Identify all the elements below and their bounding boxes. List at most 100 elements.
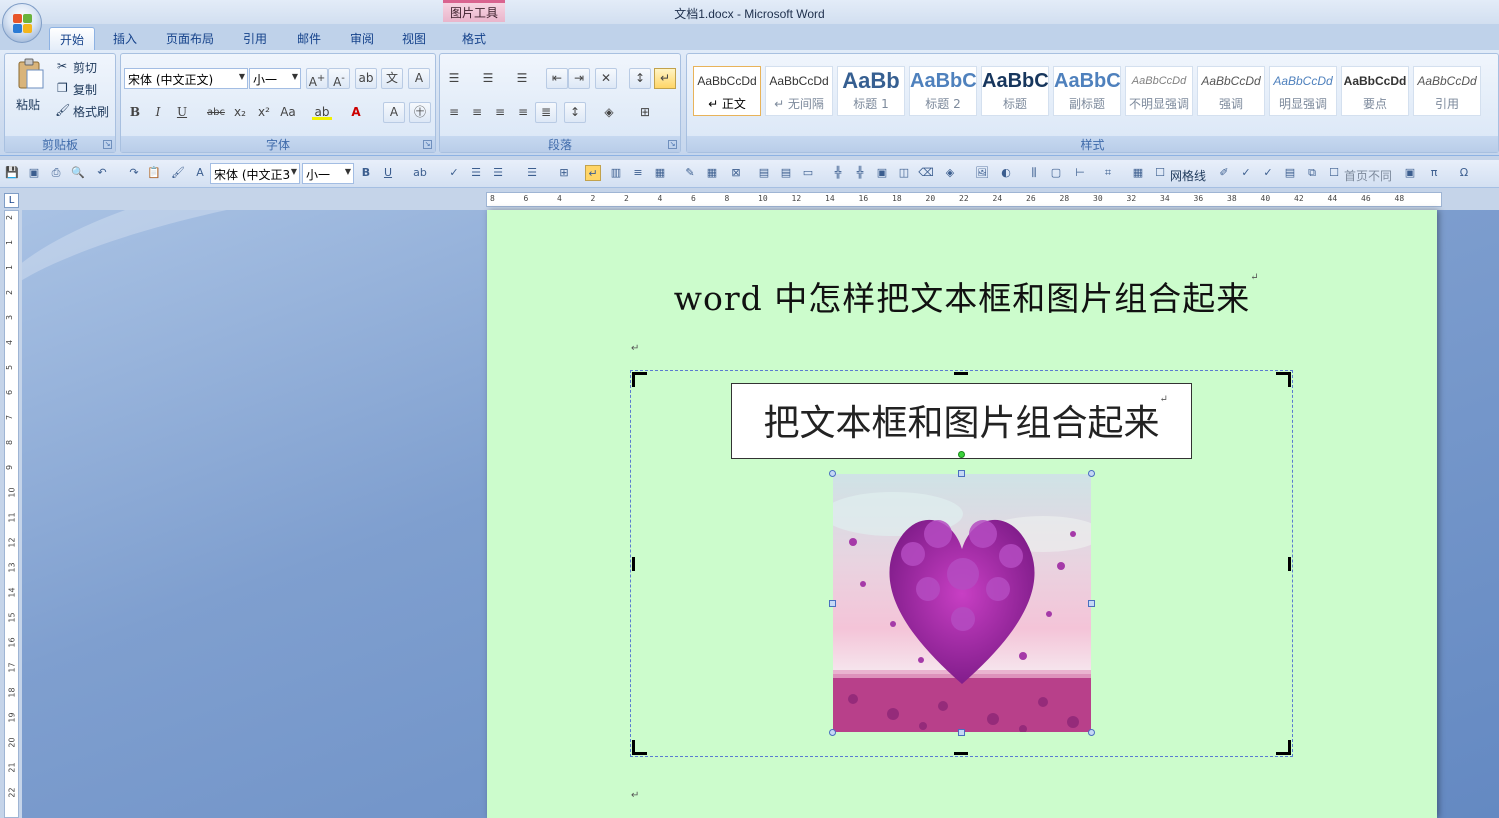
qat-compare-icon[interactable]: ⧉ (1304, 165, 1320, 181)
crop-handle-bl[interactable] (632, 740, 647, 755)
paste-icon[interactable] (13, 58, 47, 92)
tab-references[interactable]: 引用 (233, 27, 277, 50)
multilevel-list-icon[interactable]: ☰ (511, 68, 533, 89)
tab-review[interactable]: 审阅 (340, 27, 384, 50)
qat-bold-icon[interactable]: B (358, 165, 374, 181)
font-a-icon[interactable]: A (192, 165, 208, 181)
qat-align-icon[interactable]: ≡ (630, 165, 646, 181)
distributed-icon[interactable]: ≣ (535, 102, 557, 123)
strikethrough-icon[interactable]: abc (205, 102, 227, 123)
chinese-layout-icon[interactable]: ✕ (595, 68, 617, 89)
crop-handle-right[interactable] (1288, 557, 1291, 571)
qat-merge-icon[interactable]: ▭ (800, 165, 816, 181)
office-button[interactable] (2, 3, 42, 43)
tab-insert[interactable]: 插入 (103, 27, 147, 50)
resize-handle-e[interactable] (1088, 600, 1095, 607)
qat-font-select[interactable]: 宋体 (中文正3 ▼ (210, 163, 300, 184)
tab-page-layout[interactable]: 页面布局 (156, 27, 224, 50)
crop-handle-bottom[interactable] (954, 752, 968, 755)
qat-excel-icon[interactable]: ▣ (1402, 165, 1418, 181)
align-left-icon[interactable]: ≡ (443, 102, 465, 123)
style-item[interactable]: AaBbCcDd 不明显强调 (1125, 66, 1193, 116)
qat-grid-icon[interactable]: ▦ (704, 165, 720, 181)
style-item[interactable]: AaBbCcDd 强调 (1197, 66, 1265, 116)
horizontal-ruler[interactable]: 8 6 4 2 2 4 6 8 10 12 14 16 18 20 22 24 26 28 30 32 34 36 38 40… (486, 192, 1442, 207)
qat-size-select[interactable]: 小一 ▼ (302, 163, 354, 184)
resize-handle-w[interactable] (829, 600, 836, 607)
resize-handle-n[interactable] (958, 470, 965, 477)
char-shading-icon[interactable]: A (383, 102, 405, 123)
crop-handle-top[interactable] (954, 372, 968, 375)
highlight-icon[interactable]: ab (311, 102, 333, 123)
qat-textbox-icon[interactable]: ▣ (874, 165, 890, 181)
show-marks-icon[interactable]: ↵ (654, 68, 676, 89)
font-launcher-icon[interactable]: ↘ (423, 140, 432, 149)
qat-doc-icon[interactable]: ▤ (1282, 165, 1298, 181)
change-case-icon[interactable]: Aa (277, 102, 299, 123)
qat-picture-icon[interactable]: 🖼 (974, 165, 990, 181)
qat-columns-icon[interactable]: ▥ (608, 165, 624, 181)
qat-insert-row-above-icon[interactable]: ▤ (756, 165, 772, 181)
sort-icon[interactable]: ↕ (629, 68, 651, 89)
align-center-icon[interactable]: ≡ (466, 102, 488, 123)
qat-shapes-icon[interactable]: ◐ (998, 165, 1014, 181)
qat-gridlines-icon[interactable]: ▦ (1130, 165, 1146, 181)
tab-format[interactable]: 格式 (452, 27, 496, 50)
decrease-indent-icon[interactable]: ⇤ (546, 68, 568, 89)
qat-frame-icon[interactable]: ▢ (1048, 165, 1064, 181)
undo-icon[interactable]: ↶ (94, 165, 110, 181)
qat-split-cells-icon[interactable]: ╬ (852, 165, 868, 181)
paste-button[interactable]: 粘贴 (16, 96, 40, 113)
print-icon[interactable]: ⎙ (48, 165, 64, 181)
style-item[interactable]: AaBb 标题 1 (837, 66, 905, 116)
qat-table-icon[interactable]: ▦ (652, 165, 668, 181)
style-item[interactable]: AaBbCcDd 明显强调 (1269, 66, 1337, 116)
save-icon[interactable]: 💾 (4, 165, 20, 181)
style-item[interactable]: AaBbCcDd 要点 (1341, 66, 1409, 116)
format-painter-button[interactable]: 格式刷 (73, 103, 109, 120)
print-preview-icon[interactable]: 🔍 (70, 165, 86, 181)
save-as-icon[interactable]: ▣ (26, 165, 42, 181)
superscript-icon[interactable]: x² (253, 102, 275, 123)
style-item[interactable]: AaBbC 标题 (981, 66, 1049, 116)
resize-handle-se[interactable] (1088, 729, 1095, 736)
qat-track-icon[interactable]: ✓ (1238, 165, 1254, 181)
subscript-icon[interactable]: x₂ (229, 102, 251, 123)
qat-fill-icon[interactable]: ◈ (942, 165, 958, 181)
format-painter-small-icon[interactable]: 🖌 (170, 165, 186, 181)
qat-symbol-icon[interactable]: Ω (1456, 165, 1472, 181)
qat-draw-table-icon[interactable]: ✎ (682, 165, 698, 181)
justify-icon[interactable]: ≡ (512, 102, 534, 123)
clear-format-icon[interactable]: ab (355, 68, 377, 89)
crop-handle-left[interactable] (632, 557, 635, 571)
tree-picture[interactable] (833, 474, 1091, 732)
style-item[interactable]: AaBbC 副标题 (1053, 66, 1121, 116)
paragraph-launcher-icon[interactable]: ↘ (668, 140, 677, 149)
numbering-icon[interactable]: ☰ (477, 68, 499, 89)
shrink-font-icon[interactable]: A- (328, 68, 350, 89)
qat-insert-row-below-icon[interactable]: ▤ (778, 165, 794, 181)
phonetic-guide-icon[interactable]: 文 (381, 68, 403, 89)
qat-first-page-checkbox[interactable]: ☐ (1326, 165, 1342, 181)
enclose-char-icon[interactable]: ㊉ (409, 102, 431, 123)
qat-list-icon[interactable]: ☰ (468, 165, 484, 181)
style-item[interactable]: AaBbC 标题 2 (909, 66, 977, 116)
grow-font-icon[interactable]: A+ (306, 68, 328, 89)
crop-handle-br[interactable] (1276, 740, 1291, 755)
qat-spelling-icon[interactable]: ✓ (446, 165, 462, 181)
crop-handle-tr[interactable] (1276, 372, 1291, 387)
line-spacing-icon[interactable]: ↕ (564, 102, 586, 123)
qat-highlight-icon[interactable]: ab (412, 165, 428, 181)
resize-handle-nw[interactable] (829, 470, 836, 477)
resize-handle-s[interactable] (958, 729, 965, 736)
tab-home[interactable]: 开始 (49, 27, 95, 50)
vertical-ruler[interactable]: 2 1 1 2 3 4 5 6 7 8 9 10 11 12 13 14 15 16 17 18 19 20 21 22 (4, 210, 19, 818)
qat-underline-icon[interactable]: U (380, 165, 396, 181)
qat-comment-icon[interactable]: ✐ (1216, 165, 1232, 181)
qat-crop-icon[interactable]: ⌗ (1100, 165, 1116, 181)
tab-view[interactable]: 视图 (392, 27, 436, 50)
borders-icon[interactable]: ⊞ (634, 102, 656, 123)
style-item[interactable]: AaBbCcDd 引用 (1413, 66, 1481, 116)
resize-handle-ne[interactable] (1088, 470, 1095, 477)
qat-position-icon[interactable]: ⊢ (1072, 165, 1088, 181)
